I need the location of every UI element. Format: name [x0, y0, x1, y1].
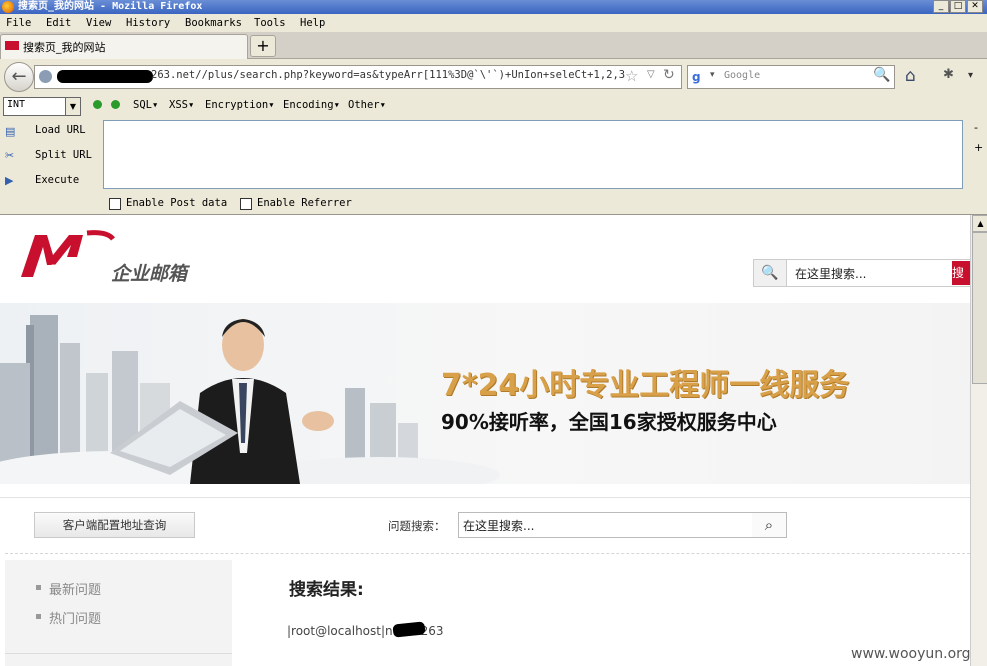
- menu-file[interactable]: File: [6, 15, 31, 31]
- hackbar-shrink-button[interactable]: -: [974, 121, 978, 134]
- bookmark-star-icon[interactable]: ☆: [625, 67, 638, 85]
- window-title: 搜索页_我的网站 - Mozilla Firefox: [18, 1, 203, 12]
- banner-subheadline: 90%接听率，全国16家授权服务中心: [441, 410, 777, 434]
- vertical-scrollbar[interactable]: ▲: [970, 215, 987, 666]
- menu-help[interactable]: Help: [300, 15, 325, 31]
- hackbar-menu-other[interactable]: Other▾: [348, 99, 386, 111]
- hackbar-url-textarea[interactable]: [103, 120, 963, 189]
- search-placeholder[interactable]: Google: [724, 70, 760, 81]
- menubar: File Edit View History Bookmarks Tools H…: [0, 14, 987, 32]
- dashed-divider: [5, 553, 970, 554]
- select-arrow-icon[interactable]: ▼: [65, 98, 80, 115]
- results-title: 搜索结果:: [289, 580, 364, 600]
- split-url-button[interactable]: Split URL: [35, 149, 92, 161]
- search-go-icon[interactable]: 🔍: [873, 67, 890, 83]
- maximize-button[interactable]: □: [950, 0, 966, 13]
- logo-number: 263: [37, 263, 67, 279]
- menu-history[interactable]: History: [126, 15, 170, 31]
- menu-edit[interactable]: Edit: [46, 15, 71, 31]
- enable-post-label: Enable Post data: [126, 197, 228, 209]
- divider: [0, 497, 970, 498]
- hackbar-menu-sql[interactable]: SQL▾: [133, 99, 158, 111]
- extension-icon[interactable]: ✱: [943, 67, 954, 82]
- search-bar[interactable]: g ▾ Google 🔍: [687, 65, 895, 89]
- menu-bookmarks[interactable]: Bookmarks: [185, 15, 242, 31]
- watermark: www.wooyun.org: [851, 646, 971, 662]
- decrease-icon[interactable]: [93, 100, 102, 109]
- question-search-label: 问题搜索：: [388, 519, 446, 533]
- header-search-input[interactable]: 在这里搜索...: [795, 265, 866, 282]
- tab-label: 搜索页_我的网站: [23, 41, 106, 54]
- bullet-icon: [36, 585, 41, 590]
- question-search-placeholder: 在这里搜索...: [463, 519, 535, 533]
- banner-headline: 7*24小时专业工程师一线服务: [441, 368, 850, 403]
- menu-tools[interactable]: Tools: [254, 15, 286, 31]
- hackbar-type-select[interactable]: INT ▼: [3, 97, 81, 116]
- site-favicon-icon: [5, 41, 19, 50]
- enable-post-checkbox[interactable]: [109, 198, 121, 210]
- client-config-lookup-button[interactable]: 客户端配置地址查询: [34, 512, 195, 538]
- hackbar-type-value: INT: [7, 99, 26, 110]
- home-icon[interactable]: ⌂: [905, 66, 916, 86]
- minimize-button[interactable]: _: [933, 0, 949, 13]
- search-engine-dropdown-icon[interactable]: ▾: [710, 70, 715, 80]
- new-tab-button[interactable]: +: [250, 35, 276, 57]
- header-search-button[interactable]: 搜: [952, 261, 971, 285]
- history-dropdown-icon[interactable]: ▽: [647, 69, 655, 80]
- url-text[interactable]: 263.net//plus/search.php?keyword=as&type…: [151, 69, 626, 81]
- hackbar-menu-encoding[interactable]: Encoding▾: [283, 99, 340, 111]
- back-button[interactable]: ←: [4, 62, 34, 92]
- hackbar-menu-encryption[interactable]: Encryption▾: [205, 99, 275, 111]
- execute-icon[interactable]: ▶: [5, 174, 18, 187]
- sidebar: 最新问题 热门问题: [5, 560, 232, 666]
- reload-icon[interactable]: ↻: [663, 67, 675, 83]
- results-text-main: |root@localhost|n: [287, 624, 393, 638]
- search-icon[interactable]: 🔍: [754, 260, 787, 286]
- hackbar-menu-xss[interactable]: XSS▾: [169, 99, 194, 111]
- scroll-thumb[interactable]: [972, 232, 987, 384]
- close-button[interactable]: ✕: [967, 0, 983, 13]
- split-url-icon[interactable]: ✂: [5, 149, 18, 162]
- question-search-button[interactable]: ⌕: [752, 512, 787, 538]
- scroll-up-icon[interactable]: ▲: [972, 215, 987, 232]
- load-url-button[interactable]: Load URL: [35, 124, 86, 136]
- firefox-icon: [2, 1, 14, 13]
- enable-referrer-label: Enable Referrer: [257, 197, 352, 209]
- window-titlebar: 搜索页_我的网站 - Mozilla Firefox _ □ ✕: [0, 0, 987, 14]
- execute-button[interactable]: Execute: [35, 174, 79, 186]
- promo-banner: 7*24小时专业工程师一线服务 90%接听率，全国16家授权服务中心: [0, 303, 970, 484]
- sidebar-divider: [5, 653, 232, 654]
- sidebar-item-popular[interactable]: 热门问题: [49, 608, 101, 627]
- logo-text: 企业邮箱: [111, 263, 188, 285]
- increase-icon[interactable]: [111, 100, 120, 109]
- hackbar-grow-button[interactable]: +: [974, 141, 983, 154]
- question-search-input[interactable]: 在这里搜索...: [458, 512, 754, 538]
- url-bar[interactable]: 263.net//plus/search.php?keyword=as&type…: [34, 65, 682, 89]
- google-icon[interactable]: g: [692, 69, 708, 85]
- load-url-icon[interactable]: ▤: [5, 125, 18, 138]
- header-search[interactable]: 🔍 在这里搜索... 搜: [753, 259, 972, 287]
- tab-active[interactable]: 搜索页_我的网站: [0, 34, 248, 59]
- toolbar-dropdown-icon[interactable]: ▾: [968, 70, 973, 81]
- bullet-icon: [36, 614, 41, 619]
- sidebar-item-latest[interactable]: 最新问题: [49, 579, 101, 598]
- search-icon: ⌕: [764, 516, 774, 534]
- redaction-mark: [57, 70, 153, 83]
- globe-icon: [39, 70, 52, 83]
- site-logo[interactable]: 263 企业邮箱: [17, 229, 217, 285]
- enable-referrer-checkbox[interactable]: [240, 198, 252, 210]
- menu-view[interactable]: View: [86, 15, 111, 31]
